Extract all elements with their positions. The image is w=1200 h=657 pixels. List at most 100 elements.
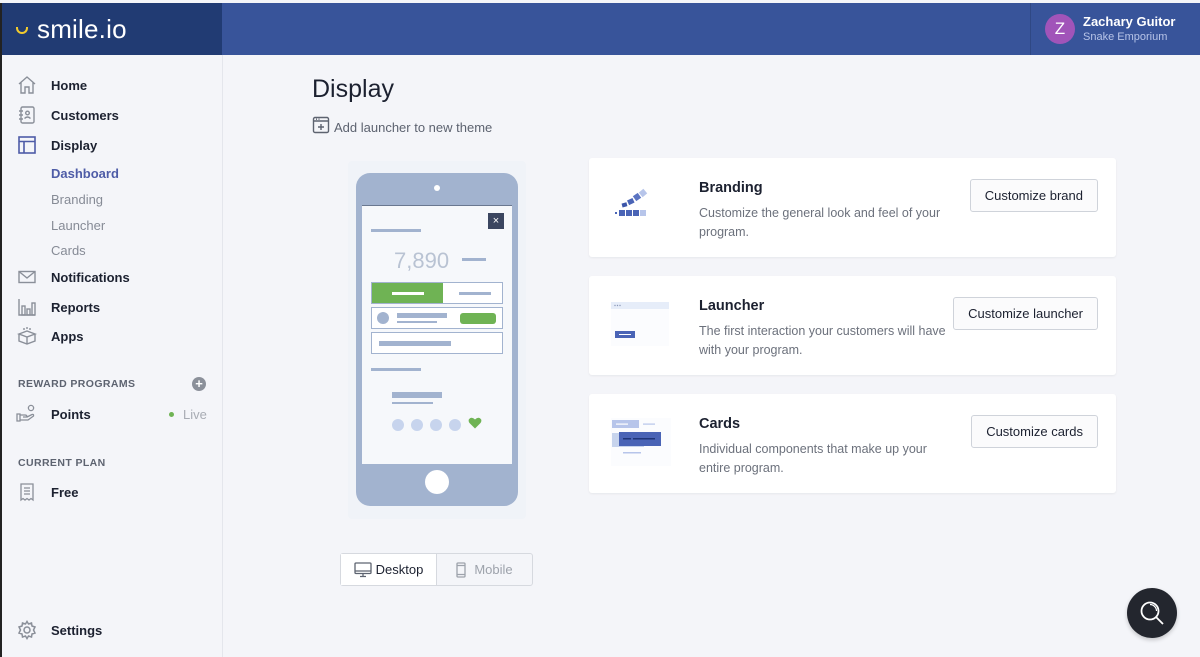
sidebar-subitem-launcher[interactable]: Launcher <box>51 218 105 233</box>
placeholder-line <box>371 368 421 371</box>
placeholder-line <box>459 292 491 295</box>
user-menu[interactable]: Z Zachary Guitor Snake Emporium <box>1030 3 1200 55</box>
brand-logo[interactable]: smile.io <box>2 3 222 55</box>
sidebar-item-label: Display <box>51 137 98 153</box>
preview-row <box>371 307 503 329</box>
app-window: smile.io Z Zachary Guitor Snake Emporium… <box>0 3 1200 657</box>
launcher-illustration-icon <box>605 298 673 350</box>
program-status-text: Live <box>183 407 207 422</box>
search-icon <box>1138 599 1166 627</box>
sidebar-item-customers[interactable]: Customers <box>16 104 119 126</box>
placeholder-button <box>460 313 496 324</box>
sidebar-item-label: Customers <box>51 107 119 123</box>
customize-cards-button[interactable]: Customize cards <box>971 415 1098 448</box>
bar-chart-icon <box>16 296 38 318</box>
program-status-badge: Live <box>169 407 207 422</box>
sidebar-item-home[interactable]: Home <box>16 74 87 96</box>
sidebar-item-label: Reports <box>51 299 101 315</box>
store-name: Snake Emporium <box>1083 31 1168 43</box>
placeholder-line <box>392 402 433 404</box>
smartphone-icon <box>456 561 466 578</box>
launcher-card: Launcher The first interaction your cust… <box>589 276 1116 375</box>
smile-logo-icon <box>16 26 28 34</box>
card-description: Individual components that make up your … <box>699 442 927 475</box>
current-plan-heading: CURRENT PLAN <box>18 457 106 469</box>
points-balance: 7,890 <box>394 248 450 273</box>
close-icon: × <box>488 213 504 229</box>
desktop-view-label: Desktop <box>375 562 424 577</box>
top-bar: smile.io Z Zachary Guitor Snake Emporium <box>2 3 1200 55</box>
placeholder-circle <box>392 419 404 431</box>
branding-card: Branding Customize the general look and … <box>589 158 1116 257</box>
placeholder-circle <box>430 419 442 431</box>
placeholder-line <box>371 229 421 232</box>
placeholder-circle <box>377 312 389 324</box>
envelope-icon <box>16 266 38 288</box>
placeholder-line <box>397 321 437 323</box>
page-title: Display <box>312 75 394 103</box>
placeholder-line <box>379 341 451 346</box>
mobile-view-label: Mobile <box>474 562 513 577</box>
placeholder-line <box>462 258 486 261</box>
preview-row <box>371 332 503 354</box>
sidebar-subitem-cards[interactable]: Cards <box>51 243 86 258</box>
sidebar-item-display[interactable]: Display <box>16 134 97 156</box>
desktop-view-button[interactable]: Desktop <box>341 554 437 585</box>
add-launcher-link[interactable]: Add launcher to new theme <box>312 116 492 139</box>
layout-icon <box>16 134 38 156</box>
sidebar-item-reports[interactable]: Reports <box>16 296 100 318</box>
preview-tabs <box>371 282 503 304</box>
heart-icon <box>468 416 482 435</box>
view-toggle: Desktop Mobile <box>340 553 533 586</box>
reward-programs-heading: REWARD PROGRAMS <box>18 378 136 390</box>
placeholder-line <box>397 313 447 318</box>
placeholder-line <box>392 392 442 398</box>
sidebar-item-label: Apps <box>51 328 84 344</box>
phone-camera <box>434 185 440 191</box>
sidebar-item-settings[interactable]: Settings <box>16 619 102 641</box>
sidebar-item-notifications[interactable]: Notifications <box>16 266 130 288</box>
sidebar-item-plan[interactable]: Free <box>16 481 78 503</box>
customize-launcher-button[interactable]: Customize launcher <box>953 297 1098 330</box>
hand-coin-icon <box>16 403 38 425</box>
phone-mockup: × 7,890 <box>356 173 518 506</box>
placeholder-line <box>392 292 424 295</box>
sidebar-subitem-branding[interactable]: Branding <box>51 192 103 207</box>
sidebar-item-label: Free <box>51 484 79 500</box>
sidebar-item-label: Points <box>51 406 91 422</box>
status-dot-icon <box>169 412 174 417</box>
receipt-icon <box>16 481 38 503</box>
preview-panel: × 7,890 <box>348 161 526 519</box>
sidebar: Home Customers Display Dashboard Brandin… <box>2 55 223 657</box>
sidebar-item-label: Home <box>51 77 88 93</box>
contacts-book-icon <box>16 104 38 126</box>
mobile-view-button[interactable]: Mobile <box>437 554 532 585</box>
help-search-button[interactable] <box>1127 588 1177 638</box>
card-description: Customize the general look and feel of y… <box>699 206 941 239</box>
home-icon <box>16 74 38 96</box>
branding-illustration-icon <box>605 180 673 232</box>
gear-icon <box>16 619 38 641</box>
cards-illustration-icon <box>605 416 673 468</box>
placeholder-circle <box>411 419 423 431</box>
card-title: Branding <box>699 180 763 196</box>
add-program-button[interactable]: + <box>192 377 206 391</box>
customize-brand-button[interactable]: Customize brand <box>969 179 1098 212</box>
avatar: Z <box>1045 14 1075 44</box>
monitor-icon <box>353 561 372 578</box>
add-launcher-label: Add launcher to new theme <box>334 120 493 135</box>
user-name: Zachary Guitor <box>1083 14 1176 29</box>
placeholder-circle <box>449 419 461 431</box>
phone-screen: × 7,890 <box>362 205 512 464</box>
sidebar-subitem-dashboard[interactable]: Dashboard <box>51 166 119 181</box>
sidebar-item-label: Notifications <box>51 269 130 285</box>
sidebar-item-label: Settings <box>51 622 103 638</box>
sidebar-item-points[interactable]: Points <box>16 403 91 425</box>
package-icon <box>16 325 38 347</box>
brand-name: smile.io <box>37 13 127 44</box>
sidebar-item-apps[interactable]: Apps <box>16 325 84 347</box>
phone-home-button <box>425 470 449 494</box>
card-title: Cards <box>699 416 741 432</box>
cards-card: Cards Individual components that make up… <box>589 394 1116 493</box>
card-description: The first interaction your customers wil… <box>699 324 946 357</box>
